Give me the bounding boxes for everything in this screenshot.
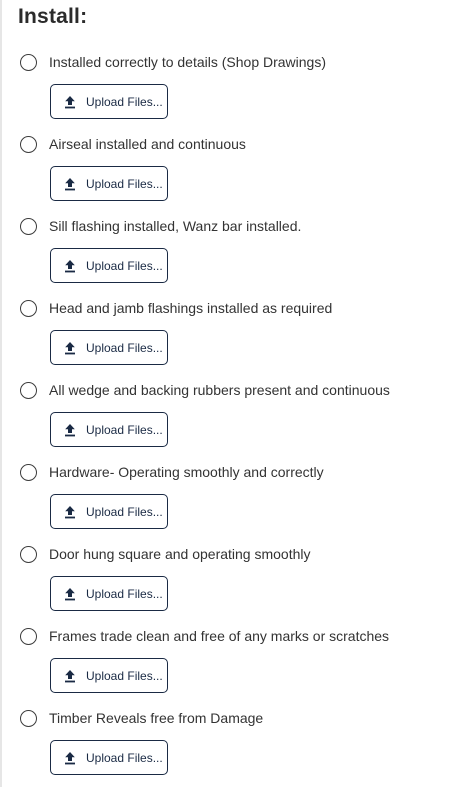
upload-files-label: Upload Files... <box>86 176 163 191</box>
checklist-option[interactable]: Sill flashing installed, Wanz bar instal… <box>20 215 301 237</box>
radio-unchecked-icon[interactable] <box>20 135 37 153</box>
checklist-option[interactable]: Frames trade clean and free of any marks… <box>20 625 389 647</box>
upload-files-button[interactable]: Upload Files... <box>50 576 168 611</box>
checklist-label: Frames trade clean and free of any marks… <box>49 628 390 644</box>
checklist-option[interactable]: Timber Reveals free from Damage <box>20 707 263 729</box>
upload-arrow-icon <box>65 505 75 518</box>
checklist-item: Head and jamb flashings installed as req… <box>0 297 464 379</box>
checklist-item: Hardware- Operating smoothly and correct… <box>0 461 464 543</box>
upload-files-button[interactable]: Upload Files... <box>50 740 168 775</box>
radio-unchecked-icon[interactable] <box>20 709 37 727</box>
checklist-item: Door hung square and operating smoothly … <box>0 543 464 625</box>
upload-files-button[interactable]: Upload Files... <box>50 658 168 693</box>
upload-arrow-icon <box>65 587 75 600</box>
checklist-item: Airseal installed and continuous Upload … <box>0 133 464 215</box>
upload-arrow-icon <box>65 341 75 354</box>
upload-files-label: Upload Files... <box>86 504 163 519</box>
upload-arrow-icon <box>65 669 75 682</box>
upload-files-label: Upload Files... <box>86 340 163 355</box>
checklist-option[interactable]: Head and jamb flashings installed as req… <box>20 297 332 319</box>
checklist-option[interactable]: Door hung square and operating smoothly <box>20 543 311 565</box>
upload-files-label: Upload Files... <box>86 94 163 109</box>
checklist-label: Head and jamb flashings installed as req… <box>49 300 333 316</box>
checklist-option[interactable]: Installed correctly to details (Shop Dra… <box>20 51 326 73</box>
radio-unchecked-icon[interactable] <box>20 463 37 481</box>
upload-files-button[interactable]: Upload Files... <box>50 330 168 365</box>
checklist-item: Timber Reveals free from Damage Upload F… <box>0 707 464 789</box>
checklist-label: All wedge and backing rubbers present an… <box>49 382 390 398</box>
upload-files-label: Upload Files... <box>86 668 163 683</box>
radio-unchecked-icon[interactable] <box>20 53 37 71</box>
upload-files-button[interactable]: Upload Files... <box>50 84 168 119</box>
checklist-item: All wedge and backing rubbers present an… <box>0 379 464 461</box>
checklist-item: Frames trade clean and free of any marks… <box>0 625 464 707</box>
checklist-option[interactable]: All wedge and backing rubbers present an… <box>20 379 390 401</box>
radio-unchecked-icon[interactable] <box>20 545 37 563</box>
upload-files-label: Upload Files... <box>86 258 163 273</box>
checklist-label: Timber Reveals free from Damage <box>49 710 264 726</box>
upload-arrow-icon <box>65 259 75 272</box>
upload-files-label: Upload Files... <box>86 750 163 765</box>
checklist-label: Installed correctly to details (Shop Dra… <box>49 54 327 70</box>
upload-arrow-icon <box>65 423 75 436</box>
checklist-label: Airseal installed and continuous <box>49 136 246 152</box>
checklist-label: Door hung square and operating smoothly <box>49 546 311 562</box>
checklist-label: Hardware- Operating smoothly and correct… <box>49 464 324 480</box>
radio-unchecked-icon[interactable] <box>20 299 37 317</box>
radio-unchecked-icon[interactable] <box>20 627 37 645</box>
checklist-label: Sill flashing installed, Wanz bar instal… <box>49 218 302 234</box>
upload-files-button[interactable]: Upload Files... <box>50 248 168 283</box>
upload-arrow-icon <box>65 751 75 764</box>
upload-arrow-icon <box>65 95 75 108</box>
upload-files-label: Upload Files... <box>86 422 163 437</box>
upload-files-button[interactable]: Upload Files... <box>50 494 168 529</box>
checklist-item: Installed correctly to details (Shop Dra… <box>0 51 464 133</box>
radio-unchecked-icon[interactable] <box>20 381 37 399</box>
upload-arrow-icon <box>65 177 75 190</box>
checklist-option[interactable]: Airseal installed and continuous <box>20 133 246 155</box>
section-title: Install: <box>18 5 88 28</box>
radio-unchecked-icon[interactable] <box>20 217 37 235</box>
upload-files-button[interactable]: Upload Files... <box>50 166 168 201</box>
upload-files-label: Upload Files... <box>86 586 163 601</box>
checklist-item: Sill flashing installed, Wanz bar instal… <box>0 215 464 297</box>
upload-files-button[interactable]: Upload Files... <box>50 412 168 447</box>
checklist-option[interactable]: Hardware- Operating smoothly and correct… <box>20 461 324 483</box>
